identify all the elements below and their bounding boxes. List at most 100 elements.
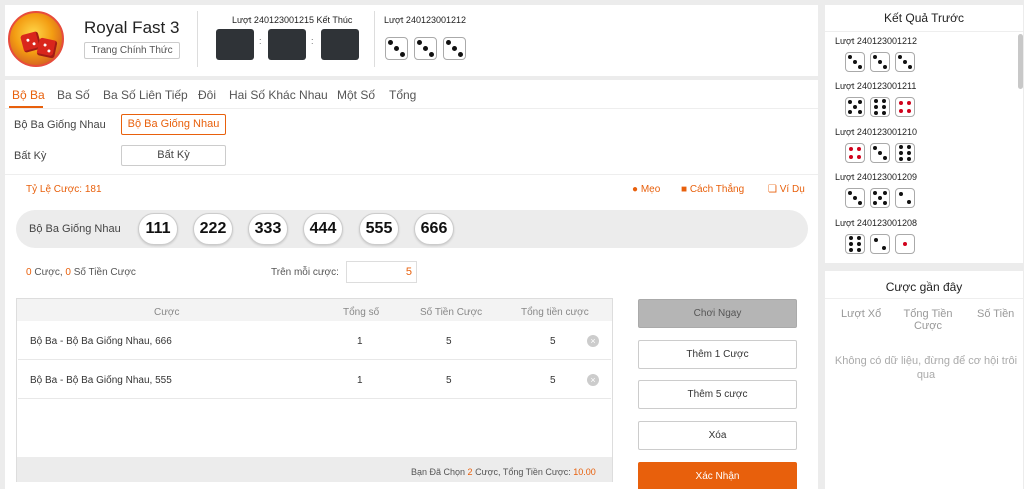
- recent-header-total: Tổng Tiền Cược: [903, 308, 953, 332]
- app-logo: [8, 11, 64, 67]
- die-pip: [882, 200, 887, 205]
- die-pip: [388, 40, 394, 46]
- row-1-total: 5: [550, 336, 556, 347]
- example-link[interactable]: ❏ Ví Dụ: [768, 184, 805, 195]
- die-pip: [857, 236, 861, 241]
- row-divider: [18, 359, 611, 360]
- result-1-die-3: [895, 52, 915, 72]
- tab-mot-so[interactable]: Một Số: [337, 88, 375, 102]
- result-1-die-1: [845, 52, 865, 72]
- bet-list-table: [16, 298, 613, 482]
- result-4-die-1: [845, 188, 865, 208]
- recent-empty-message: Không có dữ liệu, đừng để cơ hội trôi qu…: [834, 355, 1018, 381]
- row-1-amount: 5: [446, 336, 452, 347]
- table-footer-summary: Bạn Đã Chọn 2 Cược, Tổng Tiền Cược: 10.0…: [411, 467, 596, 477]
- row-2-name: Bộ Ba - Bộ Ba Giống Nhau, 555: [30, 375, 172, 386]
- add-five-bets-button[interactable]: Thêm 5 cược: [638, 380, 797, 409]
- die-pip: [452, 46, 457, 51]
- odds-label: Tỷ Lệ Cược: 181: [26, 184, 102, 195]
- result-5-die-3: [895, 234, 915, 254]
- previous-results-divider: [825, 31, 1023, 32]
- confirm-button[interactable]: Xác Nhận: [638, 462, 797, 489]
- die-pip: [874, 110, 878, 115]
- row-2-amount: 5: [446, 375, 452, 386]
- delete-button[interactable]: Xóa: [638, 421, 797, 450]
- die-pip: [874, 99, 878, 104]
- remove-row-icon[interactable]: ×: [587, 335, 599, 347]
- result-round-5: Lượt 240123001208: [835, 218, 917, 228]
- header-amount: Số Tiền Cược: [420, 307, 483, 318]
- die-pip: [849, 247, 853, 252]
- how-to-win-link[interactable]: ■ Cách Thắng: [681, 184, 744, 195]
- tips-link[interactable]: ● Mẹo: [632, 184, 660, 195]
- result-4-die-3: [895, 188, 915, 208]
- die-pip: [899, 101, 903, 105]
- result-3-die-3: [895, 143, 915, 163]
- row-2-count: 1: [357, 375, 363, 386]
- die-pip: [857, 147, 861, 151]
- die-pip: [849, 147, 853, 151]
- die-pip: [873, 146, 877, 150]
- die-pip: [858, 65, 862, 69]
- die-pip: [898, 55, 902, 59]
- die-pip: [848, 109, 853, 114]
- dice-separator: :: [311, 36, 314, 46]
- header-bet: Cược: [154, 307, 180, 318]
- result-1-die-2: [870, 52, 890, 72]
- subtype-label-triple: Bộ Ba Giống Nhau: [14, 119, 106, 131]
- die-pip: [853, 196, 857, 200]
- number-ball-444[interactable]: 444: [303, 213, 343, 245]
- die-pip: [873, 237, 878, 242]
- last-round-die-2: [414, 37, 437, 60]
- row-divider: [18, 398, 611, 399]
- copy-icon: ❏: [768, 184, 777, 195]
- remove-row-icon[interactable]: ×: [587, 374, 599, 386]
- number-ball-666[interactable]: 666: [414, 213, 454, 245]
- die-pip: [882, 246, 887, 251]
- tips-label: Mẹo: [640, 184, 661, 195]
- footer-mid: Cược, Tổng Tiền Cược:: [472, 467, 574, 477]
- tab-hai-so-khac-nhau[interactable]: Hai Số Khác Nhau: [229, 88, 328, 102]
- result-4-die-2: [870, 188, 890, 208]
- subtype-label-any: Bất Kỳ: [14, 150, 47, 162]
- result-2-die-3: [895, 97, 915, 117]
- die-pip: [853, 105, 857, 109]
- tab-ba-so-lien-tiep[interactable]: Ba Số Liên Tiếp: [103, 88, 188, 102]
- per-bet-amount-input[interactable]: 5: [346, 261, 417, 283]
- play-now-button[interactable]: Chơi Ngay: [638, 299, 797, 328]
- die-pip: [848, 100, 853, 105]
- number-ball-222[interactable]: 222: [193, 213, 233, 245]
- previous-results-title: Kết Quả Trước: [884, 11, 964, 25]
- official-site-button[interactable]: Trang Chính Thức: [84, 42, 180, 59]
- selection-label: Bộ Ba Giống Nhau: [29, 223, 121, 235]
- tab-tong[interactable]: Tổng: [389, 88, 416, 102]
- die-pip: [873, 200, 878, 205]
- row-1-count: 1: [357, 336, 363, 347]
- die-pip: [899, 109, 903, 113]
- how-to-win-label: Cách Thắng: [689, 184, 745, 195]
- results-scrollbar[interactable]: [1018, 34, 1023, 89]
- die-pip: [857, 100, 862, 105]
- number-selection-bar: [16, 210, 808, 248]
- tab-doi[interactable]: Đôi: [198, 88, 216, 102]
- die-pip: [873, 191, 878, 196]
- tab-bo-ba[interactable]: Bộ Ba: [12, 88, 45, 102]
- number-ball-333[interactable]: 333: [248, 213, 288, 245]
- die-pip: [874, 105, 878, 109]
- die-pip: [417, 40, 423, 46]
- die-pip: [899, 151, 903, 155]
- tab-ba-so[interactable]: Ba Số: [57, 88, 90, 102]
- die-pip: [878, 60, 882, 64]
- subtype-button-triple[interactable]: Bộ Ba Giống Nhau: [121, 114, 226, 135]
- die-pip: [903, 242, 907, 246]
- dice-separator: :: [259, 36, 262, 46]
- die-pip: [882, 110, 886, 115]
- subtype-button-any[interactable]: Bất Kỳ: [121, 145, 226, 166]
- header-count: Tổng số: [343, 307, 380, 318]
- number-ball-555[interactable]: 555: [359, 213, 399, 245]
- die-pip: [428, 51, 434, 57]
- add-one-bet-button[interactable]: Thêm 1 Cược: [638, 340, 797, 369]
- die-pip: [849, 242, 853, 246]
- number-ball-111[interactable]: 111: [138, 213, 178, 245]
- result-round-2: Lượt 240123001211: [835, 81, 917, 91]
